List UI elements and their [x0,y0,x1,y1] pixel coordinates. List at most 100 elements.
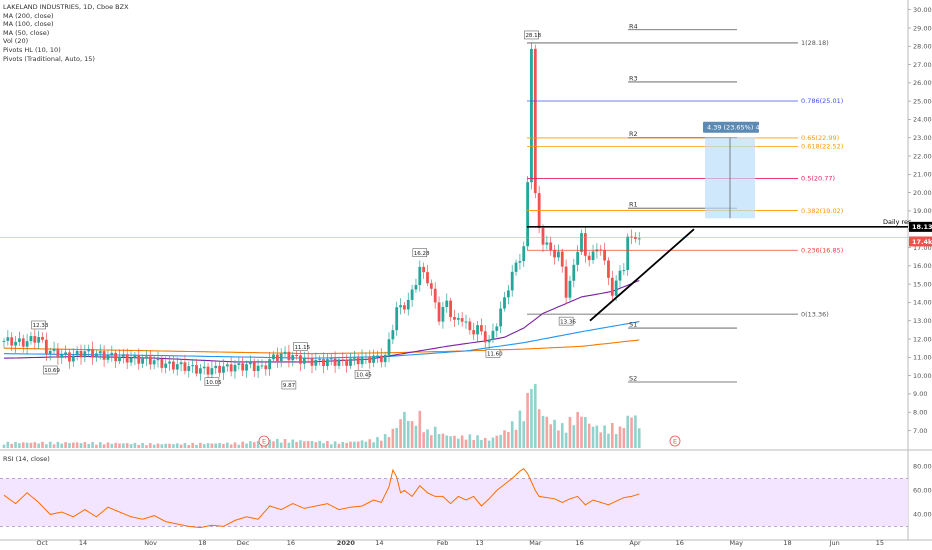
volume-bar [383,434,387,448]
price-tick-label: 15.00 [913,280,932,288]
pivot-hl-label: 10.45 [356,373,372,379]
candle-body [102,351,106,360]
candle-body [21,338,25,347]
pivot-hl-label: 28.18 [525,33,541,39]
candle-body [422,266,426,273]
candle-body [198,368,202,374]
volume-bar [83,442,87,448]
volume-bar [395,427,398,448]
volume-bar [487,440,491,448]
candle-body [318,359,322,361]
candle-body [299,355,302,364]
volume-bar [25,442,29,448]
price-tick-label: 27.00 [913,61,932,69]
volume-bar [322,443,325,448]
volume-bar [310,440,314,448]
candle-body [264,365,268,370]
candle-body [214,365,218,369]
volume-bar [549,424,552,448]
volume-bar [56,441,60,448]
volume-bar [353,441,356,448]
volume-bar [426,429,429,448]
candle-body [279,353,283,361]
volume-bar [291,439,295,448]
volume-bar [91,442,94,448]
legend-title: LAKELAND INDUSTRIES, 1D, Cboe BZX [3,3,129,11]
volume-bar [199,442,202,448]
volume-bar [372,442,375,448]
candle-body [121,354,125,357]
fib-level-label: 0.786(25.01) [801,97,843,105]
candle-body [541,228,545,245]
volume-bar [48,441,52,448]
volume-bar [406,420,410,448]
candle-body [472,330,476,335]
volume-bar [611,423,614,448]
time-axis-label: Nov [144,539,157,547]
candle-body [272,354,275,360]
candle-body [137,355,141,364]
pivot-label: R1 [629,201,638,209]
candle-body [206,366,210,375]
volume-bar [241,441,244,448]
volume-bar [514,429,518,448]
daily-res-tag-text: 18.13 [912,223,932,231]
price-tick-label: 25.00 [913,97,932,105]
rsi-tick-label: 80.00 [913,463,932,471]
candle-body [75,350,79,356]
volume-bar [630,417,633,448]
price-tick-label: 9.00 [913,390,927,398]
candle-body [414,285,418,290]
candle-body [114,352,118,362]
volume-bar [483,437,487,448]
candle-body [172,361,175,370]
candle-body [110,352,114,356]
volume-bar [218,443,221,448]
volume-bar [229,444,233,448]
volume-bar [306,441,310,448]
chart-canvas[interactable]: 7.00 8.00 9.00 10.00 11.00 12.00 13.00 14.00 15.… [0,0,932,550]
candle-body [568,280,572,298]
volume-bar [206,443,210,448]
price-tick-label: 20.00 [913,189,932,197]
volume-bar [160,444,164,448]
candle-body [314,359,318,366]
candle-body [395,307,399,331]
volume-bar [472,440,475,448]
volume-bar [603,425,606,448]
candle-body [356,357,360,365]
candle-body [71,355,75,362]
volume-bar [314,442,318,448]
candle-body [522,246,526,262]
legend-pivots-hl: Pivots HL (10, 10) [3,45,61,54]
price-tick-label: 10.00 [913,372,932,380]
candle-body [480,325,483,332]
fib-level-label: 1(28.18) [801,39,829,47]
volume-bar [476,435,479,448]
candle-body [33,336,37,343]
volume-bar [422,432,425,448]
price-tick-label: 24.00 [913,116,932,124]
candle-body [506,290,510,298]
legend-ma100: MA (100, close) [3,20,54,29]
candle-body [183,362,187,371]
price-tick-label: 30.00 [913,6,932,14]
candle-body [449,300,452,318]
volume-bar [541,415,545,448]
candle-body [18,338,21,342]
price-tick-label: 28.00 [913,43,932,51]
volume-bar [326,441,329,448]
volume-bar [457,438,460,448]
volume-bar [341,441,345,448]
candle-body [164,363,168,368]
candle-body [403,305,406,310]
rsi-band [0,478,908,527]
volume-bar [98,442,102,448]
volume-bar [52,444,56,448]
fib-level-label: 0(13.36) [801,310,829,318]
candle-body [637,238,641,240]
volume-bar [195,444,198,448]
daily-res-label: Daily res [883,218,912,226]
price-tick-label: 16.00 [913,262,932,270]
candle-body [322,359,325,367]
